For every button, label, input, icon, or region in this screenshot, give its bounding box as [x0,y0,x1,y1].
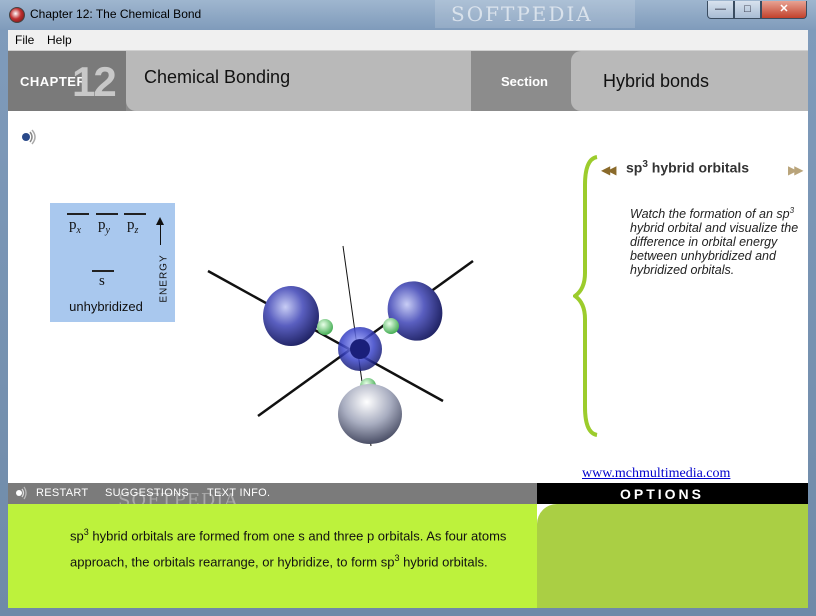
pz-level-line [124,213,146,215]
website-link[interactable]: www.mchmultimedia.com [582,466,730,482]
chapter-number: 12 [72,58,117,105]
central-atom-core [350,339,370,359]
app-icon[interactable] [9,7,25,23]
description-text: sp3 hybrid orbitals are formed from one … [70,527,507,570]
speaker-icon[interactable] [19,128,37,146]
curly-brace [573,155,598,437]
chapter-title-box: Chemical Bonding [126,51,471,111]
options-label[interactable]: OPTIONS [537,486,787,502]
orbital-lobe [338,384,402,444]
orbital-lobe [263,286,319,346]
py-level-line [96,213,118,215]
panel-title: sp3 hybrid orbitals [626,159,750,176]
options-bar[interactable]: OPTIONS [537,483,808,504]
chapter-box: CHAPTER 12 [8,51,126,111]
main-content: CHAPTER 12 Chemical Bonding Section Hybr… [8,51,808,608]
bottom-toolbar: RESTART SUGGESTIONS TEXT INFO. [8,483,537,504]
section-box: Hybrid bonds [571,51,808,111]
py-orbital-label: py [98,217,110,236]
next-arrow-button[interactable]: ▶▶ [788,163,804,177]
s-orbital-label: s [99,273,105,289]
section-name: Hybrid bonds [603,71,710,91]
window-title: Chapter 12: The Chemical Bond [30,7,202,21]
section-label: Section [501,74,548,89]
chapter-title: Chemical Bonding [144,67,291,87]
app-window: Chapter 12: The Chemical Bond SOFTPEDIA … [0,0,816,616]
options-panel [537,504,808,608]
panel-description: Watch the formation of an sp3 hybrid orb… [630,206,799,278]
restart-button[interactable]: RESTART [36,487,88,499]
menu-help[interactable]: Help [47,33,72,47]
pz-orbital-label: pz [127,217,139,236]
orbital-small-lobe [317,319,333,335]
menu-bar: File Help [8,30,808,51]
title-bar: Chapter 12: The Chemical Bond SOFTPEDIA … [0,0,816,30]
maximize-button[interactable]: □ [734,1,761,19]
unhybridized-caption: unhybridized [69,299,143,314]
orbital-small-lobe [383,318,399,334]
softpedia-watermark: SOFTPEDIA [435,0,635,28]
energy-axis-label: ENERGY [158,254,170,303]
energy-arrowhead [156,217,164,225]
sp3-orbital-model [207,245,474,447]
s-level-line [92,270,114,272]
speaker-icon[interactable] [14,486,28,500]
px-orbital-label: px [69,217,81,236]
chapter-header: CHAPTER 12 Chemical Bonding Section Hybr… [8,51,808,111]
energy-diagram: px py pz s ENERGY unhybridized [50,203,175,322]
previous-arrow-button[interactable]: ◀◀ [601,163,617,177]
menu-file[interactable]: File [15,33,34,47]
px-level-line [67,213,89,215]
close-button[interactable]: ✕ [761,1,807,19]
minimize-button[interactable]: — [707,1,734,19]
